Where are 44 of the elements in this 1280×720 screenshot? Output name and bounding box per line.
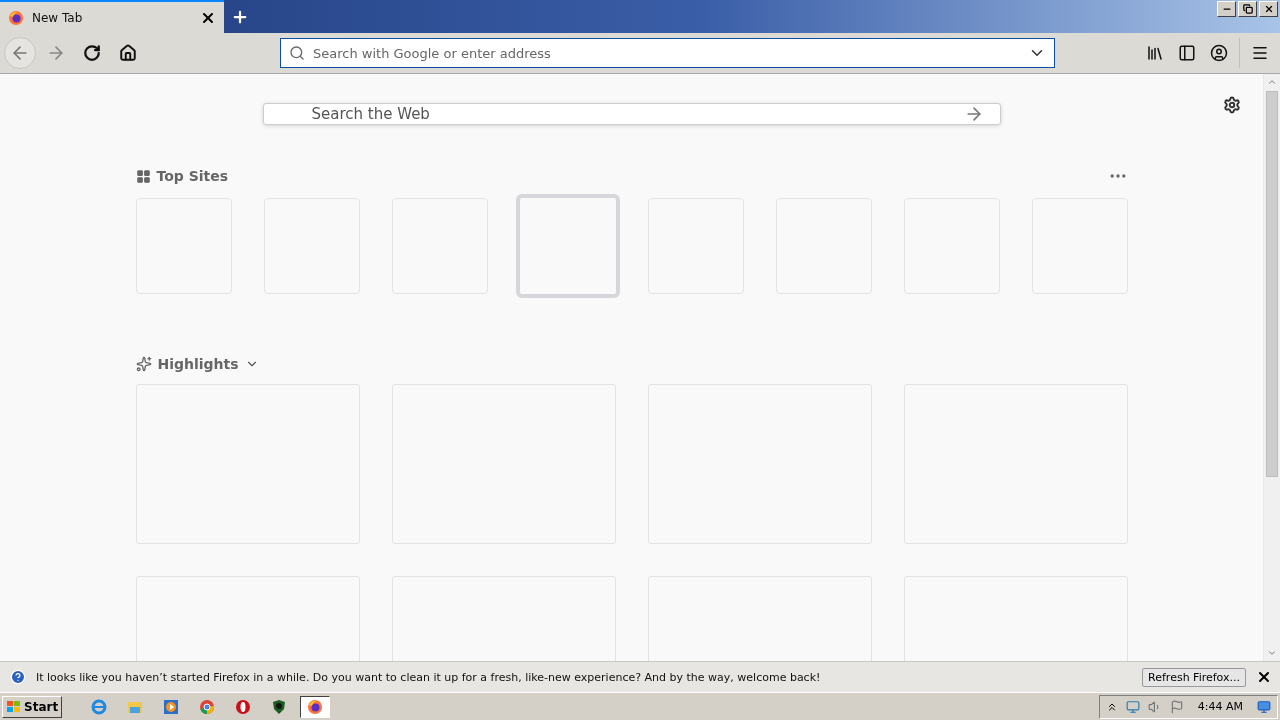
desktop-icon[interactable] [1257, 699, 1271, 714]
opera-icon [235, 698, 252, 715]
scroll-up-icon[interactable] [1267, 77, 1277, 87]
library-icon[interactable] [1146, 44, 1164, 62]
search-input[interactable]: Search the Web [309, 104, 964, 124]
back-button[interactable] [4, 37, 36, 69]
reload-icon[interactable] [83, 44, 101, 62]
help-icon [10, 669, 26, 685]
scroll-down-icon[interactable] [1267, 648, 1277, 658]
clock[interactable]: 4:44 AM [1197, 700, 1243, 713]
restore-button[interactable] [1238, 1, 1257, 17]
tab-title: New Tab [32, 10, 84, 25]
browser-e-icon [91, 698, 108, 715]
minimize-button[interactable] [1217, 1, 1236, 17]
refresh-button[interactable]: Refresh Firefox... [1142, 667, 1246, 687]
close-icon[interactable] [1256, 669, 1272, 685]
flag-icon[interactable] [1169, 699, 1184, 714]
close-icon [1263, 4, 1274, 14]
firefox-icon [8, 9, 24, 26]
menu-icon[interactable] [1251, 44, 1269, 62]
firefox-icon [307, 698, 324, 715]
shield-icon [271, 698, 288, 715]
close-window-button[interactable] [1259, 1, 1278, 17]
account-icon[interactable] [1210, 44, 1228, 62]
home-icon[interactable] [119, 44, 137, 62]
windows-logo-icon [6, 699, 22, 714]
notification-message: It looks like you haven’t started Firefox in a while. Do you want to clean it up for a fresh, like-new experience? And by the way, welcome back! [36, 670, 822, 684]
grid-icon [135, 168, 151, 184]
section-title[interactable]: Highlights [157, 356, 239, 372]
chrome-icon [199, 698, 216, 715]
site-tile[interactable] [515, 194, 620, 298]
restore-icon [1242, 4, 1253, 14]
media-player-icon [163, 698, 180, 715]
address-bar[interactable]: Search with Google or enter address [280, 38, 1055, 68]
browser-tab[interactable]: New Tab [0, 0, 224, 33]
section-title: Top Sites [156, 168, 229, 184]
start-button[interactable]: Start [2, 695, 63, 718]
sidebar-icon[interactable] [1178, 44, 1196, 62]
scrollbar-thumb[interactable] [1266, 91, 1278, 477]
settings-icon[interactable] [1223, 96, 1241, 114]
sparkle-icon [135, 356, 152, 372]
web-search-field[interactable]: Search the Web [262, 103, 1001, 125]
taskbar-app[interactable] [300, 695, 331, 718]
search-icon [289, 45, 305, 61]
